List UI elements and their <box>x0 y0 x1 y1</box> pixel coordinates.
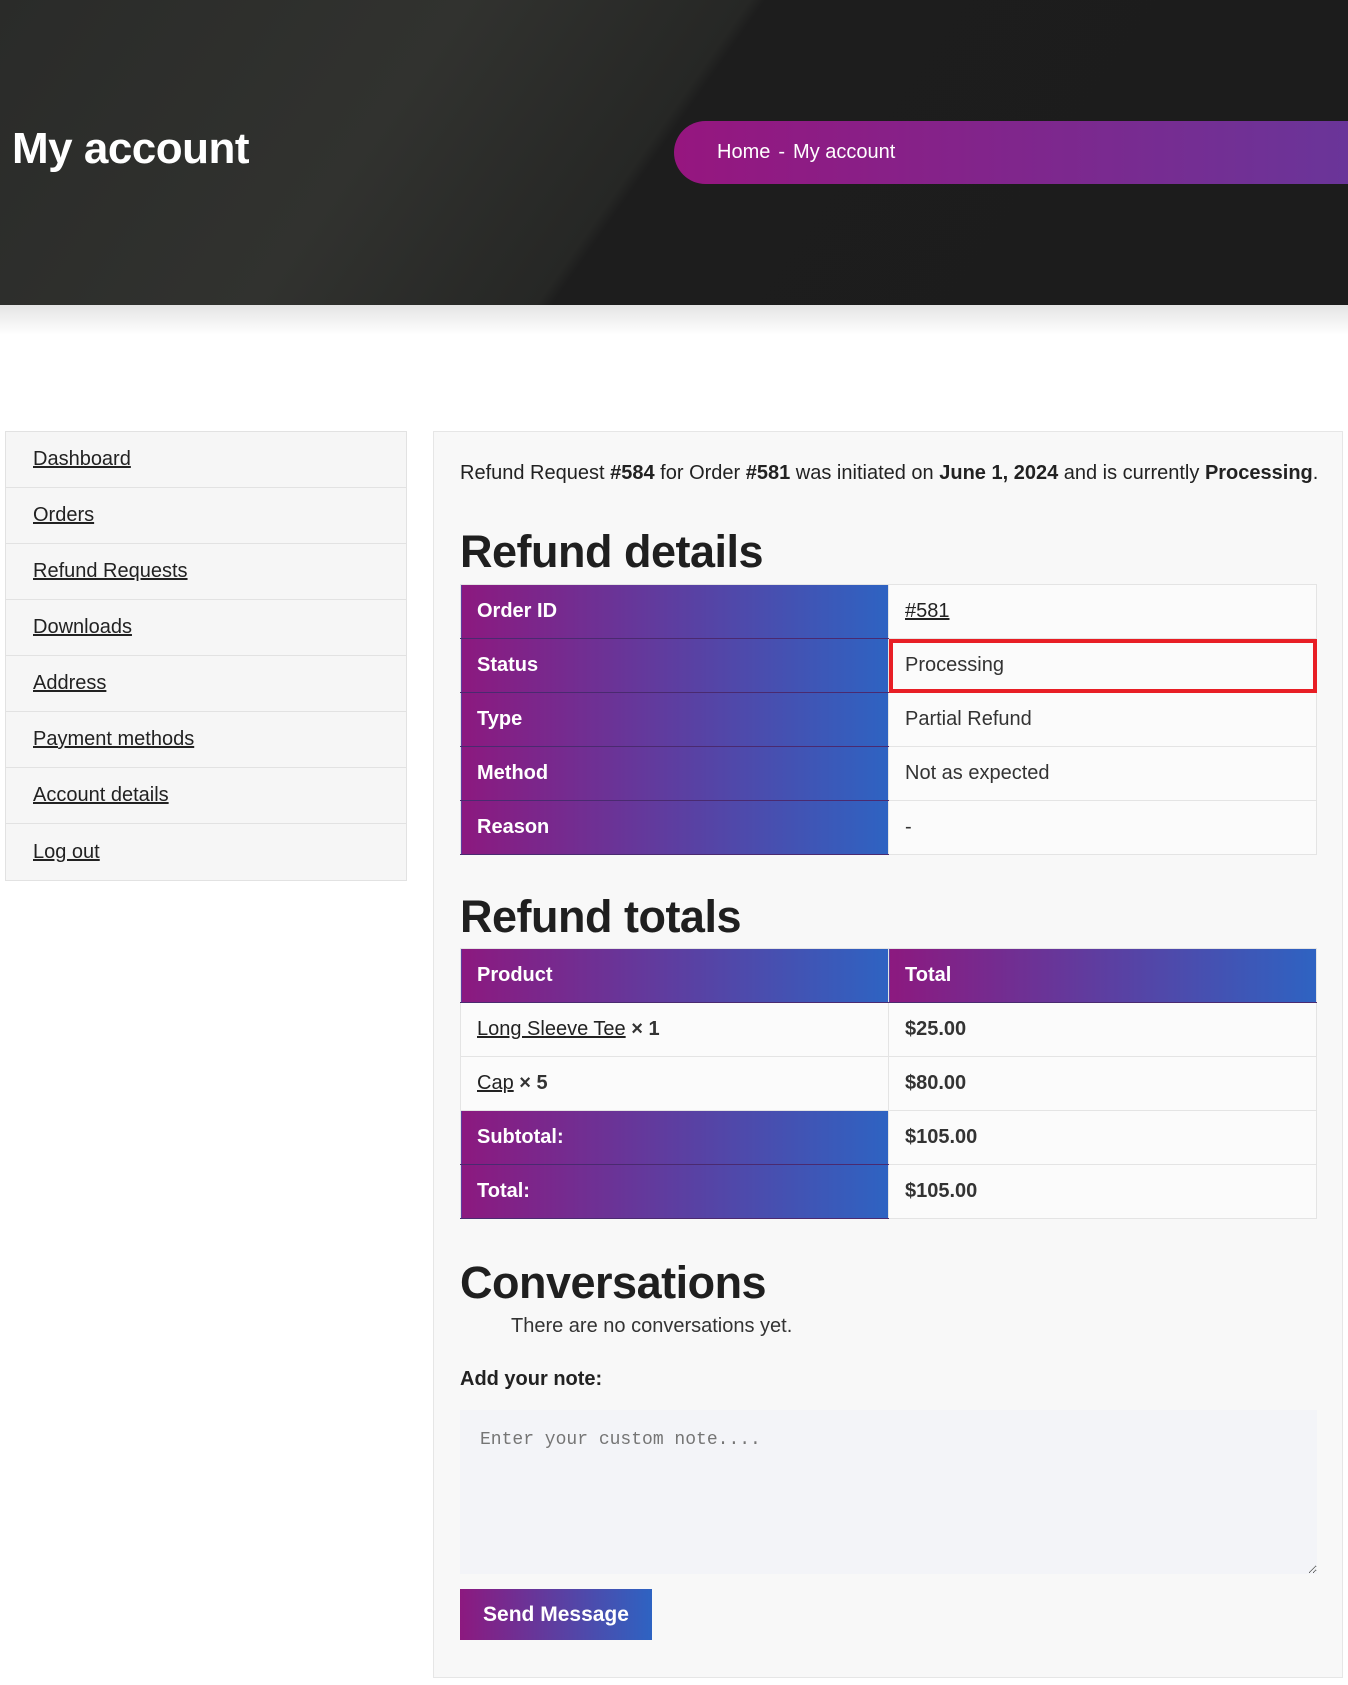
subtotal-label: Subtotal: <box>460 1110 889 1165</box>
reason-value: - <box>888 800 1317 855</box>
method-value: Not as expected <box>888 746 1317 801</box>
refund-details-heading: Refund details <box>460 526 764 577</box>
table-row: Order ID #581 <box>460 584 1317 639</box>
intro-text: was initiated on <box>790 462 940 484</box>
downloads-link[interactable]: Downloads <box>33 616 132 639</box>
request-id: #584 <box>610 462 655 484</box>
table-row: Type Partial Refund <box>460 692 1317 747</box>
refund-details-table: Order ID #581 Status Processing Type Partia… <box>460 584 1317 855</box>
initiated-date: June 1, 2024 <box>939 462 1059 484</box>
breadcrumb-home-link[interactable]: Home <box>717 141 770 164</box>
address-link[interactable]: Address <box>33 672 106 695</box>
page-title: My account <box>12 124 250 173</box>
refund-request-panel: Refund Request #584 for Order #581 was i… <box>433 431 1343 1678</box>
table-row: Long Sleeve Tee × 1 $25.00 <box>460 1002 1317 1057</box>
total-row: Total: $105.00 <box>460 1164 1317 1219</box>
note-input[interactable] <box>460 1410 1317 1574</box>
subtotal-value: $105.00 <box>888 1110 1317 1165</box>
table-row: Cap × 5 $80.00 <box>460 1056 1317 1111</box>
column-header-total: Total <box>888 948 1317 1003</box>
intro-text: and is currently <box>1058 462 1205 484</box>
row-label: Reason <box>460 800 889 855</box>
row-label: Status <box>460 638 889 693</box>
refund-summary-text: Refund Request #584 for Order #581 was i… <box>460 458 1320 488</box>
orders-link[interactable]: Orders <box>33 504 94 527</box>
type-value: Partial Refund <box>888 692 1317 747</box>
table-row: Reason - <box>460 800 1317 855</box>
column-header-product: Product <box>460 948 889 1003</box>
breadcrumb: Home - My account <box>674 121 1348 184</box>
total-label: Total: <box>460 1164 889 1219</box>
breadcrumb-separator: - <box>778 141 786 163</box>
total-value: $105.00 <box>888 1164 1317 1219</box>
order-id: #581 <box>745 462 791 484</box>
send-message-button[interactable]: Send Message <box>460 1589 652 1640</box>
sidebar-item-log-out: Log out <box>6 824 406 880</box>
line-total: $80.00 <box>888 1056 1317 1111</box>
refund-totals-table: Product Total Long Sleeve Tee × 1 $25.00 C… <box>460 948 1317 1219</box>
log-out-link[interactable]: Log out <box>33 841 100 864</box>
breadcrumb-current: My account <box>793 141 896 163</box>
sidebar-item-payment-methods: Payment methods <box>6 712 406 768</box>
quantity: × 5 <box>519 1072 548 1094</box>
intro-text: for Order <box>654 462 746 484</box>
product-link[interactable]: Long Sleeve Tee <box>477 1018 626 1040</box>
subtotal-row: Subtotal: $105.00 <box>460 1110 1317 1165</box>
refund-totals-heading: Refund totals <box>460 891 742 942</box>
no-conversations-text: There are no conversations yet. <box>511 1315 793 1337</box>
sidebar-item-orders: Orders <box>6 488 406 544</box>
line-total: $25.00 <box>888 1002 1317 1057</box>
sidebar-item-address: Address <box>6 656 406 712</box>
page-banner: My account Home - My account <box>0 0 1348 335</box>
product-link[interactable]: Cap <box>477 1072 514 1094</box>
payment-methods-link[interactable]: Payment methods <box>33 728 194 751</box>
sidebar-item-dashboard: Dashboard <box>6 432 406 488</box>
note-label: Add your note: <box>460 1368 603 1390</box>
table-row: Method Not as expected <box>460 746 1317 801</box>
sidebar-item-account-details: Account details <box>6 768 406 824</box>
current-status: Processing <box>1204 462 1313 484</box>
row-label: Method <box>460 746 889 801</box>
status-value: Processing <box>888 638 1317 693</box>
sidebar-item-downloads: Downloads <box>6 600 406 656</box>
refund-requests-link[interactable]: Refund Requests <box>33 560 188 583</box>
sidebar-item-refund-requests: Refund Requests <box>6 544 406 600</box>
dashboard-link[interactable]: Dashboard <box>33 448 131 471</box>
quantity: × 1 <box>631 1018 660 1040</box>
table-row: Status Processing <box>460 638 1317 693</box>
conversations-heading: Conversations <box>460 1257 767 1308</box>
account-navigation: Dashboard Orders Refund Requests Downloa… <box>5 431 407 881</box>
row-label: Order ID <box>460 584 889 639</box>
account-details-link[interactable]: Account details <box>33 784 169 807</box>
intro-text: . <box>1312 462 1319 484</box>
order-link[interactable]: #581 <box>905 600 950 622</box>
row-value: #581 <box>888 584 1317 639</box>
intro-text: Refund Request <box>460 462 611 484</box>
table-header-row: Product Total <box>460 948 1317 1003</box>
row-label: Type <box>460 692 889 747</box>
